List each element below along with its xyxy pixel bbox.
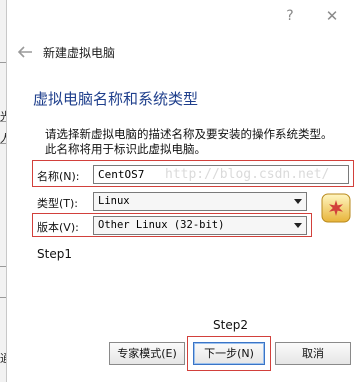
page-title: 虚拟电脑名称和系统类型 [33,90,199,108]
help-button[interactable]: ? [279,5,301,27]
arrow-left-icon[interactable] [16,43,34,61]
linux-os-icon [321,193,351,223]
name-label: 名称(N): [37,170,80,183]
new-vm-wizard-dialog: ? ✕ 新建虚拟电脑 虚拟电脑名称和系统类型 请选择新虚拟电脑的描述名称及要安装… [6,0,361,382]
wizard-title: 新建虚拟电脑 [43,46,116,60]
expert-mode-button[interactable]: 专家模式(E) [109,342,185,365]
chevron-down-icon [294,199,302,204]
name-input[interactable]: CentOS7 [93,165,349,184]
chevron-down-icon [294,223,302,228]
version-select[interactable]: Other Linux (32-bit) [93,216,307,235]
close-button[interactable]: ✕ [321,5,343,27]
type-label: 类型(T): [37,197,79,210]
type-select-value: Linux [98,195,130,207]
step1-annotation: Step1 [37,247,72,261]
description-line: 此名称将用于标识此虚拟电脑。 [45,142,206,156]
cancel-button[interactable]: 取消 [275,342,351,365]
version-select-value: Other Linux (32-bit) [98,219,225,231]
step2-annotation: Step2 [213,318,248,332]
description-line: 请选择新虚拟电脑的描述名称及要安装的操作系统类型。 [45,127,333,141]
next-button[interactable]: 下一步(N) [193,342,265,365]
type-select[interactable]: Linux [93,192,307,211]
title-bar: ? ✕ [7,0,361,30]
page-description: 请选择新虚拟电脑的描述名称及要安装的操作系统类型。 此名称将用于标识此虚拟电脑。 [45,127,355,157]
version-label: 版本(V): [37,221,79,234]
